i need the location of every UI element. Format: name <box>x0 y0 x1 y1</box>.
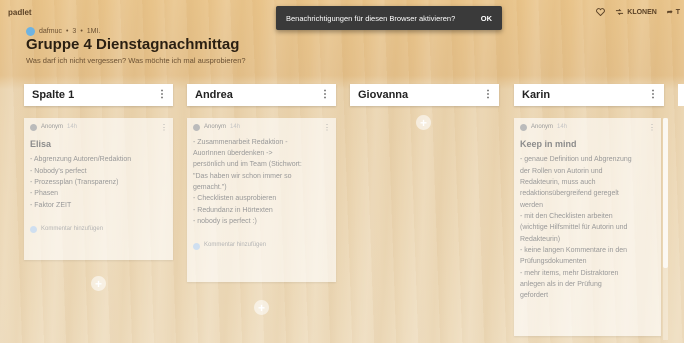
author-name: Anonym <box>531 124 554 130</box>
column-menu-icon[interactable]: ⋮ <box>648 90 658 100</box>
post-title: Elisa <box>30 138 52 149</box>
column-menu-icon[interactable]: ⋮ <box>483 90 493 100</box>
ok-button[interactable]: OK <box>481 14 492 23</box>
post-menu-icon[interactable]: ⋮ <box>323 122 331 135</box>
column-title: Giovanna <box>358 89 409 101</box>
post-card[interactable]: Anonym 14h ⋮ Keep in mind - genaue Defin… <box>514 118 661 336</box>
next-column-header-edge <box>678 84 684 106</box>
post-time: 14h <box>557 124 568 130</box>
post-body: - Abgrenzung Autoren/Redaktion - Nobody'… <box>30 156 132 209</box>
column-title: Karin <box>522 89 551 101</box>
more-label: T <box>675 8 680 16</box>
comment-avatar-icon <box>30 226 37 234</box>
post-menu-icon[interactable]: ⋮ <box>160 122 168 135</box>
clone-button[interactable]: KLONEN <box>615 8 657 16</box>
meta-separator: • <box>65 28 69 35</box>
avatar[interactable] <box>26 27 35 36</box>
more-arrow-icon: ➦ <box>666 9 673 16</box>
post-card[interactable]: Anonym 14h ⋮ - Zusammenarbeit Redaktion … <box>187 118 336 282</box>
add-comment-label: Kommentar hinzufügen <box>204 242 267 249</box>
clone-icon <box>616 8 624 16</box>
meta-time: 1MI. <box>86 28 101 35</box>
notification-message: Benachrichtigungen für diesen Browser ak… <box>286 13 456 23</box>
board-meta: dafmuc • 3 • 1MI. <box>26 27 100 36</box>
author-name: Anonym <box>41 124 64 130</box>
post-author: Anonym 14h <box>520 123 655 133</box>
column-header-spalte-1[interactable]: Spalte 1 ⋮ <box>24 84 173 106</box>
post-time: 14h <box>230 124 241 130</box>
add-post-button[interactable]: + <box>254 300 269 315</box>
header-actions: KLONEN ➦ T <box>596 8 680 16</box>
clone-label: KLONEN <box>627 8 657 16</box>
post-card[interactable]: Anonym 14h ⋮ Elisa - Abgrenzung Autoren/… <box>24 118 173 260</box>
add-post-button[interactable]: + <box>91 276 106 291</box>
like-button[interactable] <box>596 8 606 16</box>
post-author: Anonym 14h <box>193 123 330 133</box>
post-body: - Zusammenarbeit Redaktion - AuorInnen ü… <box>193 138 302 226</box>
anonymous-avatar-icon <box>30 124 37 132</box>
meta-separator: • <box>80 28 83 35</box>
notification-prompt: Benachrichtigungen für diesen Browser ak… <box>276 6 502 30</box>
add-comment-label: Kommentar hinzufügen <box>41 225 104 232</box>
comment-avatar-icon <box>193 242 200 250</box>
heart-icon <box>596 8 606 16</box>
padlet-logo[interactable]: padlet <box>8 8 32 17</box>
author-name: Anonym <box>204 124 227 130</box>
column-header-giovanna[interactable]: Giovanna ⋮ <box>350 84 499 106</box>
post-body: - genaue Definition und Abgrenzung der R… <box>520 156 632 300</box>
column-scrollbar-thumb[interactable] <box>663 118 668 268</box>
column-menu-icon[interactable]: ⋮ <box>320 90 330 100</box>
anonymous-avatar-icon <box>193 124 200 132</box>
page-subtitle: Was darf ich nicht vergessen? Was möchte… <box>26 56 246 65</box>
board-author[interactable]: dafmuc <box>39 28 62 35</box>
post-menu-icon[interactable]: ⋮ <box>648 122 656 135</box>
add-post-button[interactable]: + <box>416 115 431 130</box>
page-title: Gruppe 4 Dienstagnachmittag <box>26 36 240 53</box>
column-header-andrea[interactable]: Andrea ⋮ <box>187 84 336 106</box>
more-button[interactable]: ➦ T <box>666 8 680 17</box>
post-title: Keep in mind <box>520 138 577 149</box>
column-menu-icon[interactable]: ⋮ <box>157 90 167 100</box>
anonymous-avatar-icon <box>520 124 527 132</box>
column-title: Andrea <box>195 89 233 101</box>
meta-count: 3 <box>72 28 77 35</box>
post-author: Anonym 14h <box>30 123 167 133</box>
add-comment[interactable]: Kommentar hinzufügen <box>193 241 330 251</box>
post-time: 14h <box>67 124 78 130</box>
add-comment[interactable]: Kommentar hinzufügen <box>30 225 167 235</box>
column-header-karin[interactable]: Karin ⋮ <box>514 84 664 106</box>
column-title: Spalte 1 <box>32 89 75 101</box>
